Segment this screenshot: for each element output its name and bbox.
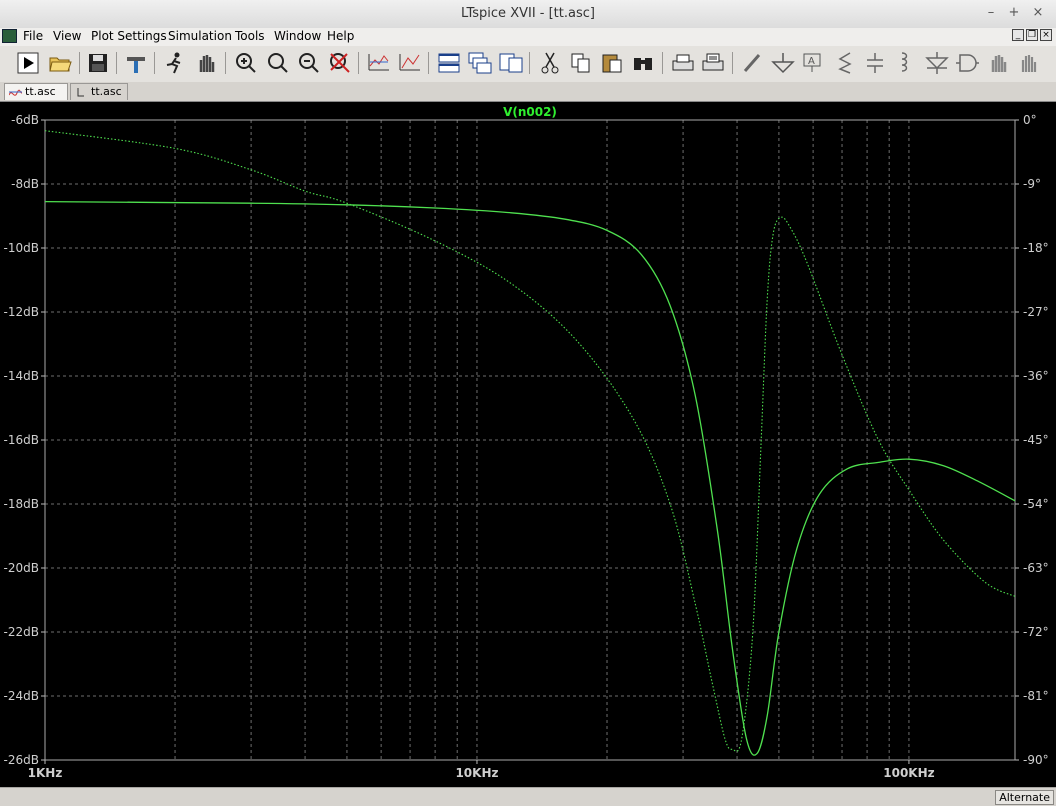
control-panel-icon[interactable] (123, 50, 149, 76)
run-icon[interactable] (15, 50, 41, 76)
inductor-icon[interactable] (892, 50, 918, 76)
y-right-tick-label: -9° (1023, 177, 1041, 191)
move-icon[interactable] (985, 50, 1011, 76)
tab-plot-label: tt.asc (25, 85, 56, 98)
copy-icon[interactable] (568, 50, 594, 76)
halt-icon[interactable] (162, 50, 188, 76)
trace-magnitude[interactable] (44, 200, 1016, 756)
y-tick-label: -18dB (4, 497, 39, 511)
cascade-icon[interactable] (467, 50, 493, 76)
zoom-in-icon[interactable] (233, 50, 259, 76)
document-tabs: tt.asc tt.asc (0, 82, 1056, 101)
status-bar: Alternate (0, 787, 1056, 806)
x-tick-label: 100KHz (883, 766, 934, 780)
drag-icon[interactable] (1016, 50, 1042, 76)
y-tick-label: -26dB (4, 753, 39, 767)
zoom-out-icon[interactable] (296, 50, 322, 76)
y-tick-label: -24dB (4, 689, 39, 703)
x-tick-label: 1KHz (28, 766, 63, 780)
y-tick-label: -10dB (4, 241, 39, 255)
find-icon[interactable] (630, 50, 656, 76)
app-menu-icon[interactable] (2, 29, 17, 43)
menu-tools[interactable]: Tools (235, 29, 265, 44)
tile-vertical-icon[interactable] (498, 50, 524, 76)
y-right-tick-label: -36° (1023, 369, 1049, 383)
y-tick-label: -6dB (11, 113, 39, 127)
fit-icon[interactable] (397, 50, 423, 76)
trace-phase[interactable] (44, 130, 1016, 752)
diode-icon[interactable] (924, 50, 950, 76)
cut-icon[interactable] (537, 50, 563, 76)
y-right-tick-label: -90° (1023, 753, 1049, 767)
y-right-tick-label: -81° (1023, 689, 1049, 703)
waveform-icon (9, 89, 22, 96)
print-setup-icon[interactable] (700, 50, 726, 76)
menu-help[interactable]: Help (327, 29, 354, 44)
menu-file[interactable]: File (23, 29, 43, 44)
y-tick-label: -16dB (4, 433, 39, 447)
tab-plot[interactable]: tt.asc (4, 83, 68, 100)
y-tick-label: -12dB (4, 305, 39, 319)
maximize-button[interactable]: + (1006, 5, 1022, 20)
status-mode: Alternate (995, 790, 1054, 805)
schematic-icon (77, 88, 84, 97)
menu-bar: File View Plot Settings Simulation Tools… (0, 28, 1056, 46)
label-icon[interactable]: A (800, 50, 826, 76)
menu-plot-settings[interactable]: Plot Settings (91, 29, 167, 44)
y-tick-label: -22dB (4, 625, 39, 639)
capacitor-icon[interactable] (862, 50, 888, 76)
y-tick-label: -8dB (11, 177, 39, 191)
pan-icon[interactable] (193, 50, 219, 76)
y-right-tick-label: 0° (1023, 113, 1037, 127)
save-icon[interactable] (85, 50, 111, 76)
resistor-icon[interactable] (832, 50, 858, 76)
y-right-tick-label: -54° (1023, 497, 1049, 511)
minimize-button[interactable]: – (983, 5, 999, 20)
menu-simulation[interactable]: Simulation (168, 29, 232, 44)
y-right-tick-label: -18° (1023, 241, 1049, 255)
y-right-tick-label: -63° (1023, 561, 1049, 575)
tab-schematic-label: tt.asc (91, 85, 122, 98)
open-icon[interactable] (47, 50, 73, 76)
menu-window[interactable]: Window (274, 29, 321, 44)
mdi-close-button[interactable]: × (1040, 29, 1052, 41)
bode-chart[interactable]: -6dB 0° -8dB -9° -10dB -18° -12dB -27° -14dB -36°… (0, 102, 1056, 788)
y-right-tick-label: -45° (1023, 433, 1049, 447)
autorange-icon[interactable] (366, 50, 392, 76)
title-bar: LTspice XVII - [tt.asc] – + × (0, 0, 1056, 29)
close-button[interactable]: × (1030, 5, 1046, 20)
menu-view[interactable]: View (53, 29, 81, 44)
toolbar: A (0, 46, 1056, 83)
svg-text:A: A (808, 56, 815, 67)
mdi-restore-button[interactable]: ❐ (1026, 29, 1038, 41)
y-tick-label: -14dB (4, 369, 39, 383)
ground-icon[interactable] (770, 50, 796, 76)
chart-title: V(n002) (503, 105, 557, 119)
tab-schematic[interactable]: tt.asc (70, 83, 128, 100)
window-title: LTspice XVII - [tt.asc] (461, 6, 595, 21)
tile-horizontal-icon[interactable] (436, 50, 462, 76)
x-tick-label: 10KHz (455, 766, 498, 780)
zoom-cancel-icon[interactable] (327, 50, 353, 76)
wire-icon[interactable] (740, 50, 766, 76)
waveform-plot[interactable]: -6dB 0° -8dB -9° -10dB -18° -12dB -27° -14dB -36°… (0, 101, 1056, 788)
print-icon[interactable] (670, 50, 696, 76)
component-icon[interactable] (954, 50, 980, 76)
mdi-minimize-button[interactable]: _ (1012, 29, 1024, 41)
y-right-tick-label: -72° (1023, 625, 1049, 639)
y-tick-label: -20dB (4, 561, 39, 575)
zoom-area-icon[interactable] (265, 50, 291, 76)
y-right-tick-label: -27° (1023, 305, 1049, 319)
paste-icon[interactable] (599, 50, 625, 76)
